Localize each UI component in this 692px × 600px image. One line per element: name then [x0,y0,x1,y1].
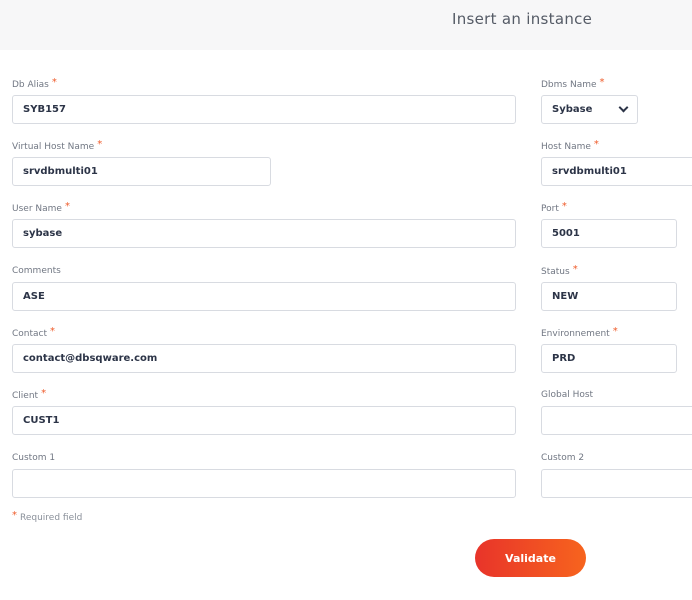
global-host-label: Global Host [541,390,594,400]
environnement-input[interactable] [541,344,677,373]
required-marker: * [41,388,47,399]
port-input[interactable] [541,219,677,248]
required-marker: * [64,201,70,212]
comments-label: Comments [12,266,61,276]
required-marker: * [593,139,599,150]
host-name-label: Host Name * [541,139,599,152]
custom1-input[interactable] [12,469,516,498]
port-label: Port * [541,201,567,214]
db-alias-input[interactable] [12,95,516,124]
required-field-note: * Required field [12,510,83,523]
virtual-host-name-input[interactable] [12,157,271,186]
page-header: Insert an instance [0,0,692,50]
client-label: Client * [12,388,47,401]
validate-button[interactable]: Validate [475,539,586,577]
required-marker: * [97,139,103,150]
user-name-label: User Name * [12,201,70,214]
required-marker: * [561,201,567,212]
host-name-input[interactable] [541,157,692,186]
db-alias-label: Db Alias * [12,77,57,90]
status-label: Status * [541,264,578,277]
contact-label: Contact * [12,326,56,339]
global-host-input[interactable] [541,406,692,435]
comments-input[interactable] [12,282,516,311]
chevron-down-icon [618,102,629,113]
required-marker: * [51,77,57,88]
required-marker: * [12,510,17,521]
page-title: Insert an instance [452,10,593,28]
virtual-host-name-label: Virtual Host Name * [12,139,103,152]
custom2-input[interactable] [541,469,692,498]
custom1-label: Custom 1 [12,453,56,463]
required-marker: * [572,264,578,275]
contact-input[interactable] [12,344,516,373]
dbms-name-select[interactable]: Sybase [541,95,638,124]
status-input[interactable] [541,282,677,311]
environnement-label: Environnement * [541,326,618,339]
custom2-label: Custom 2 [541,453,585,463]
dbms-name-value: Sybase [552,104,593,115]
dbms-name-label: Dbms Name * [541,77,605,90]
user-name-input[interactable] [12,219,516,248]
required-marker: * [612,326,618,337]
client-input[interactable] [12,406,516,435]
required-marker: * [599,77,605,88]
required-marker: * [50,326,56,337]
